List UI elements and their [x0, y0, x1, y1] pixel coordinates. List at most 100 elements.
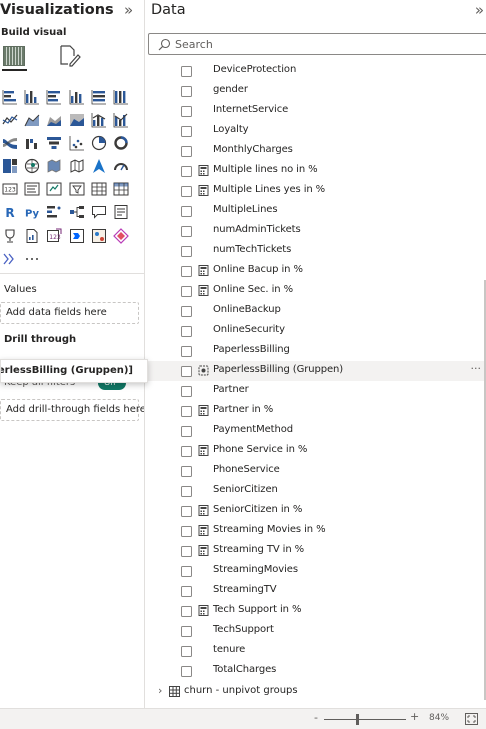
- field-checkbox[interactable]: [181, 426, 192, 437]
- shape-map-icon[interactable]: [68, 158, 85, 175]
- paginated-report-icon[interactable]: [23, 227, 40, 244]
- field-row[interactable]: MultipleLines: [146, 201, 486, 221]
- zoom-out-button[interactable]: -: [314, 711, 318, 724]
- smart-narrative-icon[interactable]: [113, 204, 130, 221]
- card-icon[interactable]: 123: [1, 181, 18, 198]
- azure-map-icon[interactable]: [91, 158, 108, 175]
- field-checkbox[interactable]: [181, 506, 192, 517]
- power-automate-icon[interactable]: [68, 227, 85, 244]
- 100-stacked-bar-chart-icon[interactable]: [91, 88, 108, 105]
- field-row[interactable]: OnlineSecurity: [146, 321, 486, 341]
- gauge-icon[interactable]: [113, 158, 130, 175]
- field-row[interactable]: SeniorCitizen in %: [146, 501, 486, 521]
- field-checkbox[interactable]: [181, 466, 192, 477]
- field-checkbox[interactable]: [181, 606, 192, 617]
- field-checkbox[interactable]: [181, 346, 192, 357]
- funnel-icon[interactable]: [46, 134, 63, 151]
- slicer-icon[interactable]: [68, 181, 85, 198]
- key-influencers-icon[interactable]: [46, 204, 63, 221]
- matrix-icon[interactable]: [113, 181, 130, 198]
- map-icon[interactable]: [23, 158, 40, 175]
- pie-chart-icon[interactable]: [91, 134, 108, 151]
- line-chart-icon[interactable]: [1, 111, 18, 128]
- python-visual-icon[interactable]: Py: [23, 204, 40, 221]
- search-input[interactable]: [175, 36, 475, 52]
- table-row-churn-unpivot-groups[interactable]: › churn - unpivot groups: [146, 683, 486, 701]
- build-visual-grid-icon[interactable]: [3, 46, 25, 66]
- field-row[interactable]: Tech Support in %: [146, 601, 486, 621]
- collapse-data-icon[interactable]: »: [475, 1, 484, 19]
- kpi-icon[interactable]: [46, 181, 63, 198]
- field-row[interactable]: InternetService: [146, 101, 486, 121]
- waterfall-chart-icon[interactable]: [23, 134, 40, 151]
- format-visual-brush-icon[interactable]: [57, 43, 81, 67]
- power-apps-icon[interactable]: 123: [46, 227, 63, 244]
- values-field-well[interactable]: Add data fields here: [0, 302, 139, 324]
- stacked-column-chart-icon[interactable]: [23, 88, 40, 105]
- treemap-icon[interactable]: [1, 158, 18, 175]
- field-row[interactable]: numAdminTickets: [146, 221, 486, 241]
- qa-icon[interactable]: [91, 204, 108, 221]
- trophy-metrics-icon[interactable]: [1, 227, 18, 244]
- field-checkbox[interactable]: [181, 666, 192, 677]
- field-checkbox[interactable]: [181, 166, 192, 177]
- field-checkbox[interactable]: [181, 86, 192, 97]
- r-visual-icon[interactable]: R: [1, 204, 18, 221]
- field-checkbox[interactable]: [181, 206, 192, 217]
- field-row[interactable]: PhoneService: [146, 461, 486, 481]
- more-options-icon[interactable]: ···: [471, 362, 482, 375]
- field-row[interactable]: PaperlessBilling: [146, 341, 486, 361]
- arcgis-icon[interactable]: [91, 227, 108, 244]
- field-row[interactable]: StreamingTV: [146, 581, 486, 601]
- field-row[interactable]: PaperlessBilling (Gruppen) ···: [146, 361, 486, 381]
- field-row[interactable]: Phone Service in %: [146, 441, 486, 461]
- field-checkbox[interactable]: [181, 306, 192, 317]
- scatter-chart-icon[interactable]: [68, 134, 85, 151]
- field-row[interactable]: SeniorCitizen: [146, 481, 486, 501]
- field-checkbox[interactable]: [181, 486, 192, 497]
- donut-chart-icon[interactable]: [113, 134, 130, 151]
- stacked-bar-chart-icon[interactable]: [1, 88, 18, 105]
- decomposition-tree-icon[interactable]: [68, 204, 85, 221]
- filled-map-icon[interactable]: [46, 158, 63, 175]
- field-row[interactable]: TechSupport: [146, 621, 486, 641]
- field-checkbox[interactable]: [181, 326, 192, 337]
- 100-stacked-column-chart-icon[interactable]: [113, 88, 130, 105]
- field-checkbox[interactable]: [181, 266, 192, 277]
- chevron-right-icon[interactable]: ›: [158, 684, 162, 697]
- field-checkbox[interactable]: [181, 226, 192, 237]
- ribbon-chart-icon[interactable]: [1, 134, 18, 151]
- field-checkbox[interactable]: [181, 186, 192, 197]
- zoom-in-button[interactable]: +: [410, 710, 419, 723]
- field-row[interactable]: MonthlyCharges: [146, 141, 486, 161]
- line-and-stacked-column-chart-icon[interactable]: [91, 111, 108, 128]
- field-row[interactable]: Multiple Lines yes in %: [146, 181, 486, 201]
- zoom-slider-thumb[interactable]: [355, 714, 359, 725]
- field-checkbox[interactable]: [181, 106, 192, 117]
- 100-stacked-area-chart-icon[interactable]: [68, 111, 85, 128]
- line-and-clustered-column-chart-icon[interactable]: [113, 111, 130, 128]
- field-row[interactable]: Partner in %: [146, 401, 486, 421]
- zoom-slider[interactable]: [324, 719, 406, 720]
- field-checkbox[interactable]: [181, 286, 192, 297]
- field-row[interactable]: Online Sec. in %: [146, 281, 486, 301]
- stacked-area-chart-icon[interactable]: [46, 111, 63, 128]
- field-checkbox[interactable]: [181, 366, 192, 377]
- more-options-icon[interactable]: [23, 250, 40, 267]
- field-row[interactable]: numTechTickets: [146, 241, 486, 261]
- field-checkbox[interactable]: [181, 246, 192, 257]
- field-checkbox[interactable]: [181, 446, 192, 457]
- field-row[interactable]: OnlineBackup: [146, 301, 486, 321]
- field-checkbox[interactable]: [181, 526, 192, 537]
- field-row[interactable]: Streaming Movies in %: [146, 521, 486, 541]
- field-row[interactable]: Streaming TV in %: [146, 541, 486, 561]
- field-checkbox[interactable]: [181, 566, 192, 577]
- table-icon[interactable]: [91, 181, 108, 198]
- more-visuals-chevrons-icon[interactable]: [1, 250, 18, 267]
- clustered-bar-chart-icon[interactable]: [46, 88, 63, 105]
- field-checkbox[interactable]: [181, 626, 192, 637]
- field-checkbox[interactable]: [181, 386, 192, 397]
- fit-to-page-icon[interactable]: [465, 713, 478, 725]
- field-row[interactable]: Multiple lines no in %: [146, 161, 486, 181]
- field-row[interactable]: StreamingMovies: [146, 561, 486, 581]
